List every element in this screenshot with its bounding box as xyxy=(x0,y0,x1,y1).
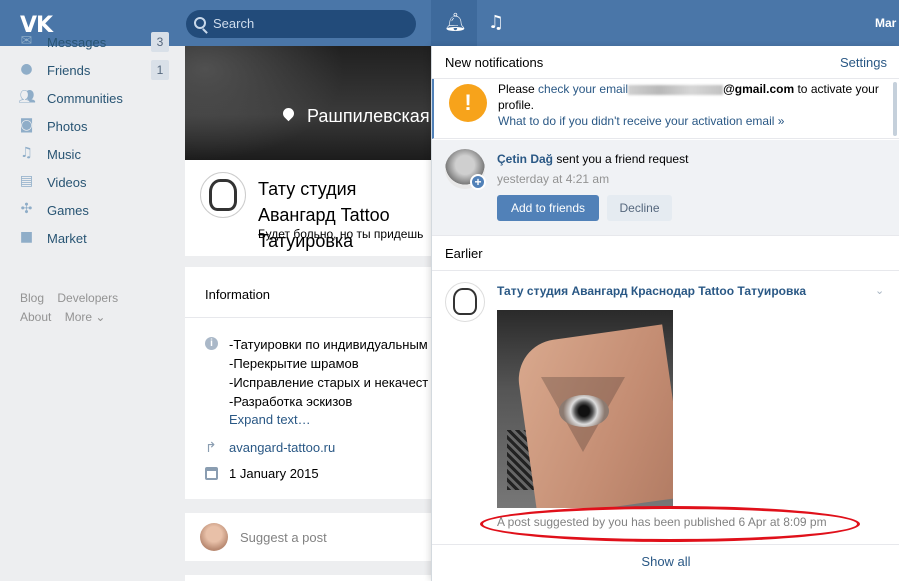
sidebar-item-label: Videos xyxy=(47,175,87,190)
cover-address: Рашпилевская, 11 xyxy=(307,106,431,126)
description-line: -Разработка эскизов xyxy=(229,394,353,409)
search-input[interactable]: Search xyxy=(186,10,416,38)
bag-icon: ■ xyxy=(19,229,34,245)
next-block xyxy=(185,575,431,581)
bell-icon: 🔔︎ xyxy=(444,12,467,33)
add-to-friends-button[interactable]: Add to friends xyxy=(497,195,599,221)
highlight-annotation xyxy=(480,506,860,542)
notifications-settings-link[interactable]: Settings xyxy=(840,55,887,70)
scrollbar[interactable] xyxy=(893,82,897,136)
calendar-icon xyxy=(205,467,218,480)
divider xyxy=(185,317,431,318)
image-tattoo-eye xyxy=(559,395,609,427)
more-link[interactable]: More ⌄ xyxy=(65,310,106,324)
post-published-notification: Тату студия Авангард Краснодар Tattoo Та… xyxy=(432,272,899,544)
sidebar-item-count: 3 xyxy=(151,32,169,52)
info-block: Information i -Татуировки по индивидуаль… xyxy=(185,267,431,499)
website-link[interactable]: avangard-tattoo.ru xyxy=(229,440,335,455)
developers-link[interactable]: Developers xyxy=(57,291,118,305)
sidebar-item-label: Photos xyxy=(47,119,88,134)
earlier-section-header: Earlier xyxy=(432,235,899,271)
timestamp: yesterday at 4:21 am xyxy=(497,172,610,186)
decline-button[interactable]: Decline xyxy=(607,195,672,221)
description-text: -Татуировки по индивидуальным -Перекрыти… xyxy=(229,335,428,411)
group-header: Тату студия Авангард Tattoo Татуировка Б… xyxy=(185,160,431,256)
person-icon: ● xyxy=(20,61,33,77)
suggest-post-label[interactable]: Suggest a post xyxy=(240,530,327,545)
blog-link[interactable]: Blog xyxy=(20,291,44,305)
search-placeholder: Search xyxy=(213,16,255,31)
friend-name-link[interactable]: Çetin Dağ xyxy=(497,152,553,166)
user-menu-name[interactable]: Mar xyxy=(875,16,896,30)
group-title: Тату студия Авангард Tattoo Татуировка xyxy=(258,179,390,251)
earlier-label: Earlier xyxy=(445,246,483,261)
group-avatar[interactable] xyxy=(200,172,246,218)
sidebar-item-messages[interactable]: ✉ Messages 3 xyxy=(18,32,173,54)
sidebar-item-videos[interactable]: ▤ Videos xyxy=(18,172,173,194)
notifications-button[interactable]: 🔔︎ xyxy=(431,0,477,46)
notifications-header: New notifications Settings xyxy=(432,46,899,79)
sidebar-item-label: Music xyxy=(47,147,81,162)
email-activation-notice: ! Please check your email @gmail.com to a… xyxy=(432,79,899,139)
group-avatar[interactable] xyxy=(445,282,485,322)
warning-icon: ! xyxy=(449,84,487,122)
show-all-button[interactable]: Show all xyxy=(432,544,899,581)
cover-image xyxy=(185,46,345,160)
sidebar-item-market[interactable]: ■ Market xyxy=(18,228,173,250)
sidebar-item-label: Communities xyxy=(47,91,123,106)
footer-links-row2: About More ⌄ xyxy=(20,310,115,324)
gamepad-icon: ✣ xyxy=(20,201,33,217)
people-icon: 👥︎ xyxy=(18,89,36,105)
sidebar-item-friends[interactable]: ● Friends 1 xyxy=(18,60,173,82)
notifications-title: New notifications xyxy=(445,55,544,70)
film-icon: ▤ xyxy=(19,173,34,189)
search-icon xyxy=(194,17,206,29)
skull-logo-icon xyxy=(209,179,237,211)
chat-icon: ✉ xyxy=(20,33,33,49)
sidebar-item-photos[interactable]: ◙ Photos xyxy=(18,116,173,138)
description-line: -Перекрытие шрамов xyxy=(229,356,359,371)
sidebar-item-label: Games xyxy=(47,203,89,218)
notice-text-before: Please xyxy=(498,82,539,96)
email-domain: @gmail.com xyxy=(723,82,795,96)
about-link[interactable]: About xyxy=(20,310,51,324)
sidebar-item-communities[interactable]: 👥︎ Communities xyxy=(18,88,173,110)
sidebar-item-games[interactable]: ✣ Games xyxy=(18,200,173,222)
plus-icon: + xyxy=(470,174,486,190)
music-player-icon[interactable]: ♫ xyxy=(488,12,504,33)
sidebar-item-label: Market xyxy=(47,231,87,246)
description-line: -Исправление старых и некачест xyxy=(229,375,429,390)
friend-request-text: Çetin Dağ sent you a friend request xyxy=(497,152,688,166)
post-image[interactable] xyxy=(497,310,673,508)
check-email-link[interactable]: check your email xyxy=(538,82,628,96)
link-arrow-icon: ↱ xyxy=(205,440,217,456)
avatar xyxy=(200,523,228,551)
notifications-panel: New notifications Settings ! Please chec… xyxy=(431,46,899,581)
notice-text: Please check your email @gmail.com to act… xyxy=(498,81,883,129)
suggest-post-box[interactable]: Suggest a post xyxy=(185,513,431,561)
skull-logo-icon xyxy=(453,288,477,315)
group-status: Будет больно, но ты придешь xyxy=(258,227,424,241)
chevron-down-icon[interactable]: ⌄ xyxy=(875,284,884,297)
sidebar-item-count: 1 xyxy=(151,60,169,80)
sidebar-item-label: Friends xyxy=(47,63,91,78)
founded-date: 1 January 2015 xyxy=(229,466,319,481)
footer-links-row1: Blog Developers xyxy=(20,291,128,305)
friend-request-notification: + Çetin Dağ sent you a friend request ye… xyxy=(432,140,899,235)
sidebar-item-music[interactable]: ♫ Music xyxy=(18,144,173,166)
group-cover: Рашпилевская, 11 xyxy=(185,46,431,160)
expand-text-link[interactable]: Expand text… xyxy=(229,412,311,427)
friend-request-action: sent you a friend request xyxy=(553,152,689,166)
redacted-email xyxy=(628,84,724,95)
info-icon: i xyxy=(205,337,218,350)
tab-information[interactable]: Information xyxy=(205,287,270,302)
description-line: -Татуировки по индивидуальным xyxy=(229,337,428,352)
sidebar-item-label: Messages xyxy=(47,35,107,50)
camera-icon: ◙ xyxy=(19,117,34,133)
post-author-link[interactable]: Тату студия Авангард Краснодар Tattoo Та… xyxy=(497,284,806,298)
activation-help-link[interactable]: What to do if you didn't receive your ac… xyxy=(498,114,784,128)
music-note-icon: ♫ xyxy=(20,145,33,161)
